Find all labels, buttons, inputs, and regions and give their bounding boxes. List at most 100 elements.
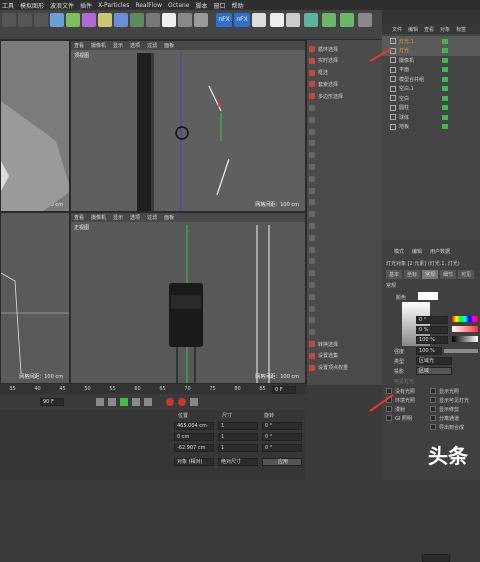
- object-tab[interactable]: 编辑: [408, 26, 418, 33]
- checkbox-icon[interactable]: [386, 388, 392, 394]
- menu-item[interactable]: [309, 280, 381, 290]
- next-frame-icon[interactable]: [132, 398, 140, 406]
- subtab-basic[interactable]: 基本: [386, 269, 403, 279]
- coord-mode-dropdown[interactable]: 对象 (相对): [174, 458, 214, 466]
- object-tab[interactable]: 查看: [424, 26, 434, 33]
- checkbox-icon[interactable]: [430, 424, 436, 430]
- object-row[interactable]: 地板: [382, 122, 480, 132]
- menu-item[interactable]: 转换选择: [309, 339, 381, 349]
- checkbox-icon[interactable]: [386, 406, 392, 412]
- object-row[interactable]: 球体: [382, 112, 480, 122]
- rotation-h-field[interactable]: 0 °: [262, 422, 302, 430]
- enabled-check-icon[interactable]: [442, 48, 448, 53]
- size-mode-dropdown[interactable]: 绝对尺寸: [218, 458, 258, 466]
- apply-button[interactable]: 应用: [262, 458, 302, 466]
- menu-item[interactable]: [309, 162, 381, 172]
- tab-user-data[interactable]: 用户数据: [430, 248, 450, 255]
- menu-item[interactable]: [309, 197, 381, 207]
- floor-icon[interactable]: [130, 13, 144, 27]
- hue-slider[interactable]: [452, 316, 478, 322]
- prev-frame-icon[interactable]: [108, 398, 116, 406]
- checkbox-icon[interactable]: [430, 388, 436, 394]
- key-icon[interactable]: [190, 398, 198, 406]
- menu-item[interactable]: 模拟图形: [20, 1, 44, 10]
- intensity-value[interactable]: 100 %: [416, 347, 442, 355]
- intensity-slider[interactable]: [444, 349, 478, 353]
- checkbox-icon[interactable]: [430, 415, 436, 421]
- size-y-field[interactable]: 1: [218, 433, 258, 441]
- object-row[interactable]: 空白.1: [382, 84, 480, 94]
- object-row[interactable]: 圆柱: [382, 103, 480, 113]
- menu-item[interactable]: 插件: [80, 1, 92, 10]
- size-x-field[interactable]: 1: [218, 422, 258, 430]
- enabled-check-icon[interactable]: [442, 124, 448, 129]
- saturation-slider[interactable]: [452, 326, 478, 332]
- subtab-visible[interactable]: 可见: [458, 269, 475, 279]
- type-dropdown[interactable]: 区域光: [416, 357, 452, 365]
- hue-value[interactable]: 0 °: [416, 316, 448, 324]
- menu-item[interactable]: [309, 174, 381, 184]
- viewport-right[interactable]: 网格间距：100 cm: [0, 212, 70, 384]
- render-icon[interactable]: [2, 13, 16, 27]
- viewport-perspective[interactable]: 网格间距：10000 cm: [0, 40, 70, 212]
- pen-icon[interactable]: [66, 13, 80, 27]
- render-settings-icon[interactable]: [34, 13, 48, 27]
- checkbox-icon[interactable]: [430, 397, 436, 403]
- menu-item[interactable]: [309, 304, 381, 314]
- object-row[interactable]: 摄像机: [382, 55, 480, 65]
- menu-item[interactable]: 框选: [309, 68, 381, 78]
- goto-start-icon[interactable]: [96, 398, 104, 406]
- menu-item[interactable]: [309, 221, 381, 231]
- nfx-button-2[interactable]: nFX: [234, 13, 250, 27]
- viewport-front[interactable]: 查看 摄像机 显示 选项 过滤 面板 正视图 网格间距：100 cm: [70, 212, 306, 384]
- object-row[interactable]: 模型合并组: [382, 74, 480, 84]
- menu-item[interactable]: [309, 315, 381, 325]
- menu-item[interactable]: [309, 115, 381, 125]
- play-icon[interactable]: [120, 398, 128, 406]
- object-tab[interactable]: 标签: [456, 26, 466, 33]
- checkbox-icon[interactable]: [430, 406, 436, 412]
- menu-item[interactable]: 工具: [2, 1, 14, 10]
- shadow-dropdown[interactable]: 区域: [416, 367, 452, 375]
- menu-item[interactable]: [309, 209, 381, 219]
- menu-item[interactable]: [309, 256, 381, 266]
- goto-end-icon[interactable]: [144, 398, 152, 406]
- menu-item[interactable]: [309, 292, 381, 302]
- subtab-coord[interactable]: 坐标: [404, 269, 421, 279]
- menu-item[interactable]: 设置顶点权重: [309, 363, 381, 373]
- object-row[interactable]: 空白: [382, 93, 480, 103]
- subtab-general[interactable]: 常规: [422, 269, 439, 279]
- menu-item[interactable]: 波浪文件: [50, 1, 74, 10]
- menu-item[interactable]: 循环选择: [309, 44, 381, 54]
- menu-item[interactable]: [309, 327, 381, 337]
- menu-item[interactable]: [309, 268, 381, 278]
- menu-item[interactable]: 套索选择: [309, 79, 381, 89]
- menu-item[interactable]: 设置选集: [309, 351, 381, 361]
- plugin-icon-2[interactable]: [286, 13, 300, 27]
- tool2-icon[interactable]: [194, 13, 208, 27]
- enabled-check-icon[interactable]: [442, 86, 448, 91]
- auto-key-icon[interactable]: [178, 398, 186, 406]
- plugin-icon-6[interactable]: [358, 13, 372, 27]
- enabled-check-icon[interactable]: [442, 57, 448, 63]
- timeline-ruler[interactable]: 354045505560657075808590: [0, 384, 306, 394]
- enabled-check-icon[interactable]: [442, 38, 448, 44]
- menu-item[interactable]: [309, 103, 381, 113]
- menu-item[interactable]: 多边形选择: [309, 91, 381, 101]
- menu-item[interactable]: RealFlow: [135, 2, 162, 9]
- viewport-top[interactable]: 查看 摄像机 显示 选项 过滤 面板 顶视图 网格间距：100 cm: [70, 40, 306, 212]
- menu-item[interactable]: [309, 245, 381, 255]
- enabled-check-icon[interactable]: [442, 105, 448, 110]
- option-checkbox[interactable]: GI 照明: [386, 413, 434, 423]
- checkbox-icon[interactable]: [386, 415, 392, 421]
- rotation-b-field[interactable]: 0 °: [262, 444, 302, 452]
- plugin-icon-3[interactable]: [304, 13, 318, 27]
- plugin-icon-5[interactable]: [340, 13, 354, 27]
- position-z-field[interactable]: -62.907 cm: [174, 444, 214, 452]
- saturation-value[interactable]: 0 %: [416, 326, 448, 334]
- menu-item[interactable]: [309, 186, 381, 196]
- camera-icon[interactable]: [146, 13, 160, 27]
- menu-item[interactable]: [309, 150, 381, 160]
- render-view-icon[interactable]: [18, 13, 32, 27]
- menu-item[interactable]: 窗口: [214, 1, 226, 10]
